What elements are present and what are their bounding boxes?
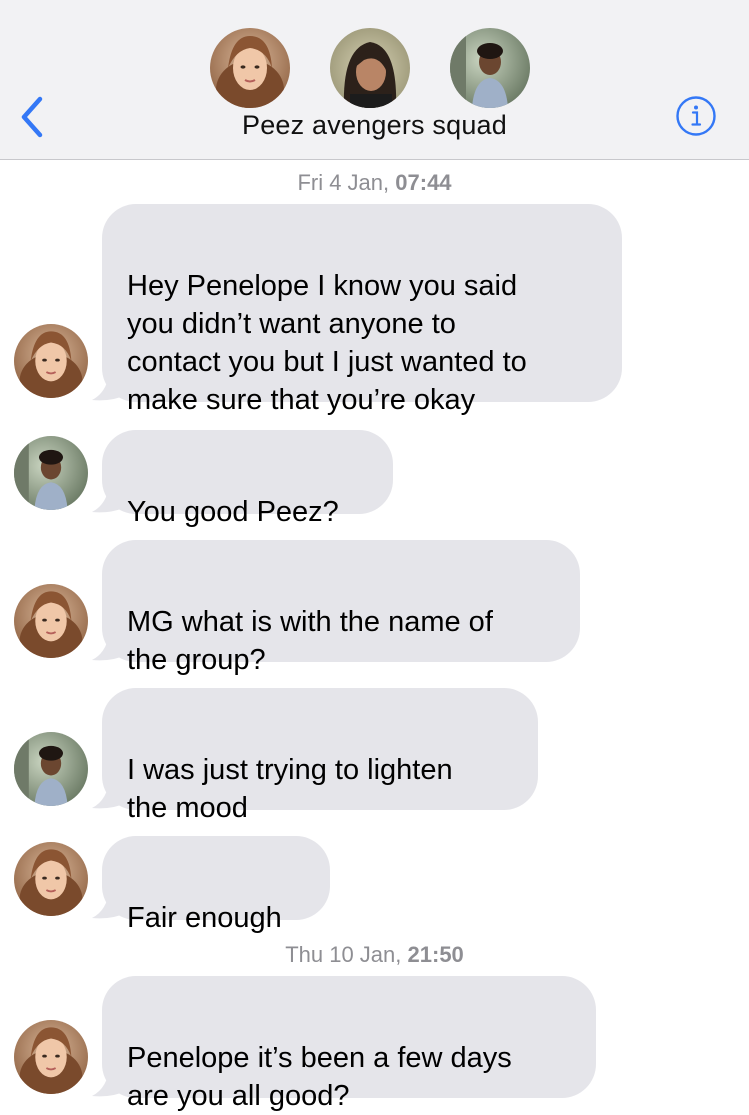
message-bubble[interactable]: MG what is with the name of the group?: [102, 540, 580, 676]
message-bubble[interactable]: Penelope it’s been a few days are you al…: [102, 976, 596, 1112]
timestamp: Fri 4 Jan, 07:44: [0, 170, 749, 196]
conversation-title[interactable]: Peez avengers squad: [0, 110, 749, 141]
message-text: Fair enough: [127, 902, 282, 934]
message-bubble[interactable]: Hey Penelope I know you said you didn’t …: [102, 204, 622, 416]
timestamp-time: 21:50: [407, 942, 464, 967]
timestamp-day: Fri 4 Jan,: [297, 170, 390, 195]
avatar-penelope[interactable]: [14, 842, 88, 916]
avatar-mg[interactable]: [450, 28, 530, 108]
message-text: Hey Penelope I know you said you didn’t …: [127, 270, 527, 416]
avatar-penelope[interactable]: [14, 324, 88, 398]
message-bubble[interactable]: You good Peez?: [102, 430, 393, 528]
info-icon: [676, 96, 716, 136]
avatar-dark-hair[interactable]: [330, 28, 410, 108]
info-button[interactable]: [674, 94, 718, 138]
avatar-mg[interactable]: [14, 732, 88, 806]
message-text: Penelope it’s been a few days are you al…: [127, 1042, 512, 1112]
avatar-penelope[interactable]: [14, 1020, 88, 1094]
message-bubble[interactable]: Fair enough: [102, 836, 330, 934]
message-bubble[interactable]: I was just trying to lighten the mood: [102, 688, 538, 824]
avatar-penelope[interactable]: [14, 584, 88, 658]
avatar-penelope[interactable]: [210, 28, 290, 108]
conversation-header: Peez avengers squad: [0, 0, 749, 160]
avatar-mg[interactable]: [14, 436, 88, 510]
message-text: MG what is with the name of the group?: [127, 606, 493, 676]
message-text: You good Peez?: [127, 496, 339, 528]
timestamp-time: 07:44: [395, 170, 452, 195]
message-text: I was just trying to lighten the mood: [127, 754, 453, 824]
timestamp-day: Thu 10 Jan,: [285, 942, 402, 967]
timestamp: Thu 10 Jan, 21:50: [0, 942, 749, 968]
